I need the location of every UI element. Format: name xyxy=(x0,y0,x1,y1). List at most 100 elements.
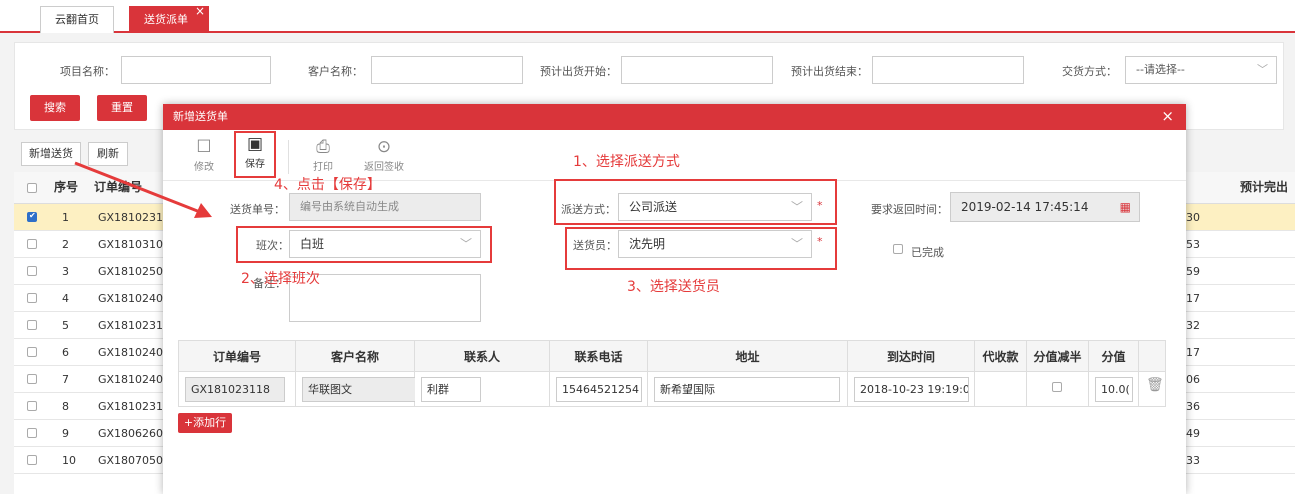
row-checkbox[interactable] xyxy=(27,293,37,303)
return-sign-button[interactable]: ⊙ 返回签收 xyxy=(361,136,407,178)
shift-label: 班次： xyxy=(256,239,289,252)
detail-cell: 15464521254 xyxy=(550,372,648,407)
required-star: * xyxy=(817,235,823,248)
person-label: 送货员： xyxy=(573,239,617,252)
dialog-close-icon[interactable]: × xyxy=(1161,107,1174,125)
new-delivery-dialog: 新增送货单 × ☐ 修改 ▣ 保存 ⎙ 打印 ⊙ 返回签收 送货单号： 编号由系统自动生… xyxy=(163,104,1186,494)
customer-label: 客户名称： xyxy=(308,65,363,78)
detail-customer-input[interactable]: 华联图文 xyxy=(302,377,432,402)
number-label: 送货单号： xyxy=(230,203,285,216)
row-checkbox[interactable] xyxy=(27,211,37,222)
row-checkbox[interactable] xyxy=(27,401,37,411)
row-checkbox[interactable] xyxy=(27,320,37,330)
person-select[interactable]: 沈先明 ﹀ xyxy=(618,230,812,258)
tab-home[interactable]: 云翻首页 xyxy=(40,6,114,33)
shift-select[interactable]: 白班 ﹀ xyxy=(289,230,481,258)
trade-select[interactable]: --请选择-- ﹀ xyxy=(1125,56,1277,84)
refresh-button[interactable]: 刷新 xyxy=(88,142,128,166)
number-input[interactable]: 编号由系统自动生成 xyxy=(289,193,481,221)
edit-button[interactable]: ☐ 修改 xyxy=(181,136,227,178)
row-expected: 59 xyxy=(1186,265,1200,278)
person-select-value: 沈先明 xyxy=(629,237,666,251)
row-seq: 6 xyxy=(62,346,69,359)
tab-dispatch-label: 送货派单 xyxy=(144,13,188,26)
detail-phone-input[interactable]: 15464521254 xyxy=(556,377,642,402)
detail-cell: 10.0( xyxy=(1089,372,1139,407)
detail-cell: 利群 xyxy=(415,372,550,407)
close-icon[interactable]: × xyxy=(195,0,205,24)
method-select[interactable]: 公司派送 ﹀ xyxy=(618,193,812,221)
row-checkbox[interactable] xyxy=(27,428,37,438)
annotation-step1: 1、选择派送方式 xyxy=(573,154,680,170)
annotation-step2: 2、选择班次 xyxy=(241,271,320,287)
detail-header-cell: 到达时间 xyxy=(848,340,975,372)
project-input[interactable] xyxy=(121,56,271,84)
reset-button[interactable]: 重置 xyxy=(97,95,147,121)
row-checkbox[interactable] xyxy=(27,374,37,384)
select-all-checkbox[interactable] xyxy=(27,183,37,193)
row-checkbox[interactable] xyxy=(27,347,37,357)
detail-contact-input[interactable]: 利群 xyxy=(421,377,481,402)
printer-icon: ⎙ xyxy=(316,137,330,157)
new-delivery-button[interactable]: 新增送货 xyxy=(21,142,81,166)
trade-label: 交货方式： xyxy=(1062,65,1117,78)
print-button[interactable]: ⎙ 打印 xyxy=(300,136,346,178)
header-expected: 预计完出 xyxy=(1240,180,1289,194)
row-order: GX18102400 xyxy=(98,346,164,359)
detail-header-cell: 代收款 xyxy=(975,340,1027,372)
detail-header-cell xyxy=(1139,340,1166,372)
detail-header-cell: 联系人 xyxy=(415,340,550,372)
row-seq: 5 xyxy=(62,319,69,332)
header-seq: 序号 xyxy=(54,180,79,194)
calendar-icon[interactable]: ▦ xyxy=(1120,193,1131,221)
row-checkbox[interactable] xyxy=(27,266,37,276)
edit-label: 修改 xyxy=(194,162,214,173)
detail-cell: 新希望国际 xyxy=(648,372,848,407)
detail-score-input[interactable]: 10.0( xyxy=(1095,377,1133,402)
row-checkbox[interactable] xyxy=(27,239,37,249)
detail-cell: 2018-10-23 19:19:0( xyxy=(848,372,975,407)
row-order: GX18062601 xyxy=(98,427,164,440)
row-order: GX18102400 xyxy=(98,292,164,305)
row-expected: 06 xyxy=(1186,373,1200,386)
row-expected: 32 xyxy=(1186,319,1200,332)
tab-dispatch[interactable]: 送货派单 × xyxy=(129,4,209,33)
save-icon: ▣ xyxy=(246,134,264,154)
row-order: GX18103100 xyxy=(98,238,164,251)
chevron-down-icon: ﹀ xyxy=(1257,63,1268,76)
detail-cell xyxy=(975,372,1027,407)
row-expected: 30 xyxy=(1186,211,1200,224)
return-time-label: 要求返回时间： xyxy=(871,203,948,216)
end-input[interactable] xyxy=(872,56,1024,84)
add-row-button[interactable]: +添加行 xyxy=(178,413,232,433)
start-input[interactable] xyxy=(621,56,773,84)
shift-select-value: 白班 xyxy=(300,237,325,251)
detail-cell: 华联图文 xyxy=(296,372,432,407)
detail-header-cell: 联系电话 xyxy=(550,340,648,372)
half-score-checkbox[interactable] xyxy=(1052,382,1062,392)
row-seq: 8 xyxy=(62,400,69,413)
save-button[interactable]: ▣ 保存 xyxy=(234,131,276,178)
customer-input[interactable] xyxy=(371,56,523,84)
row-seq: 9 xyxy=(62,427,69,440)
edit-icon: ☐ xyxy=(196,137,212,157)
chevron-down-icon: ﹀ xyxy=(459,237,472,251)
annotation-step4: 4、点击【保存】 xyxy=(274,177,381,193)
project-label: 项目名称： xyxy=(60,65,115,78)
return-time-input[interactable]: 2019-02-14 17:45:14 ▦ xyxy=(950,192,1140,222)
completed-checkbox[interactable] xyxy=(893,244,903,254)
row-seq: 10 xyxy=(62,454,76,467)
row-checkbox[interactable] xyxy=(27,455,37,465)
detail-address-input[interactable]: 新希望国际 xyxy=(654,377,840,402)
detail-header-cell: 客户名称 xyxy=(296,340,415,372)
search-button[interactable]: 搜索 xyxy=(30,95,80,121)
detail-arrival-input[interactable]: 2018-10-23 19:19:0( xyxy=(854,377,969,402)
detail-order-input[interactable]: GX181023118 xyxy=(185,377,285,402)
save-label: 保存 xyxy=(245,159,265,170)
trash-icon[interactable]: 🗑 xyxy=(1146,377,1164,393)
row-seq: 1 xyxy=(62,211,69,224)
row-order: GX18102501 xyxy=(98,265,164,278)
row-seq: 4 xyxy=(62,292,69,305)
chevron-down-icon: ﹀ xyxy=(790,200,803,214)
detail-cell: 🗑 xyxy=(1139,372,1166,407)
